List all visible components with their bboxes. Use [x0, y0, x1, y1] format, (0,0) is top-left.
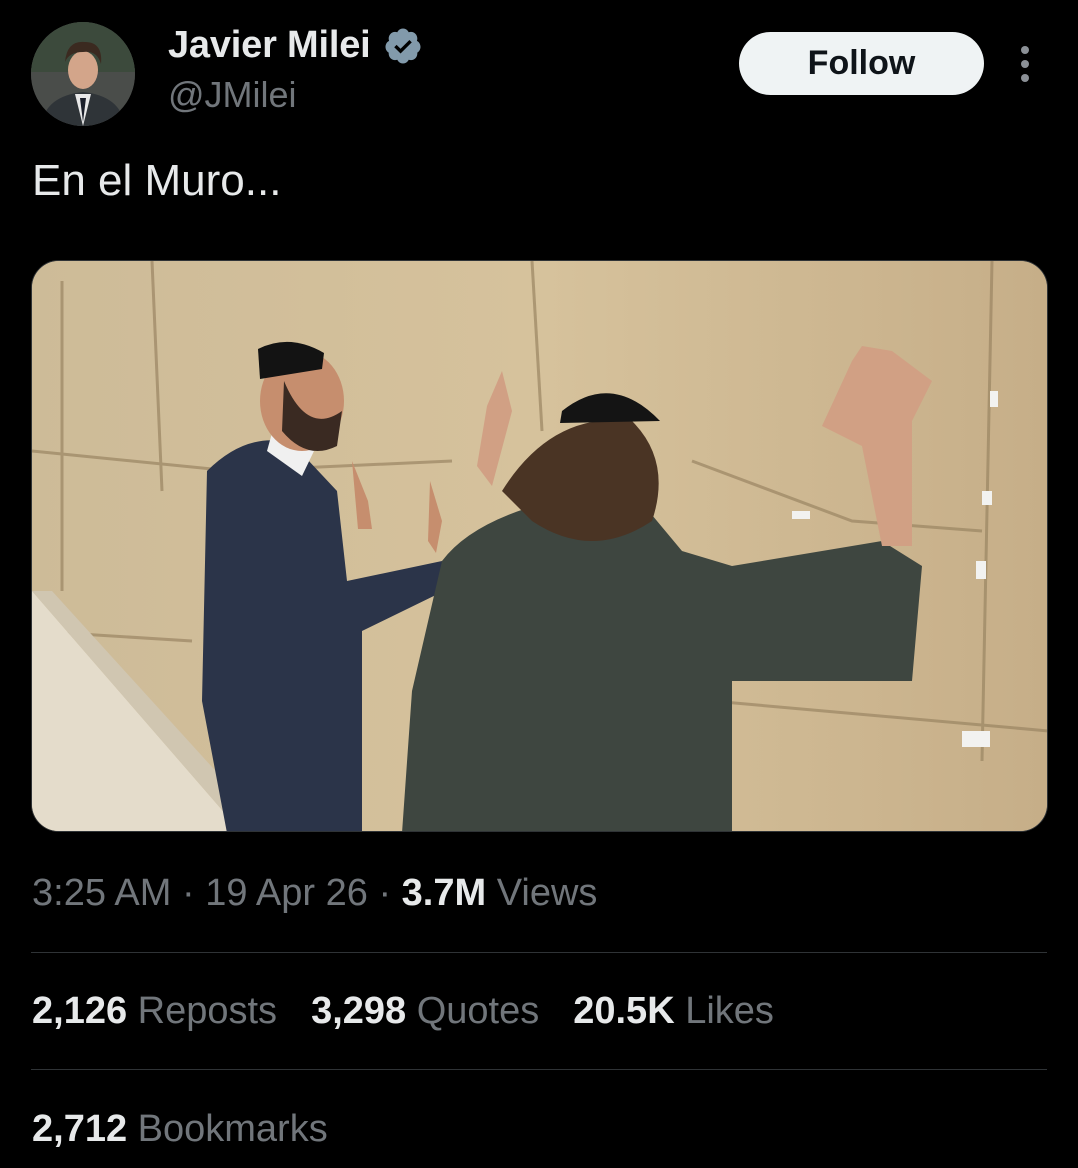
reposts-stat[interactable]: 2,126 Reposts — [32, 990, 277, 1033]
verified-badge-icon — [384, 28, 420, 63]
tweet-date[interactable]: 19 Apr 26 — [205, 872, 368, 914]
quotes-label: Quotes — [406, 990, 540, 1032]
meta-separator: · — [367, 872, 402, 914]
tweet-time[interactable]: 3:25 AM — [32, 872, 171, 914]
photo-western-wall — [32, 261, 1047, 831]
likes-label: Likes — [674, 990, 774, 1032]
avatar-image — [31, 22, 135, 126]
divider — [31, 952, 1047, 953]
views-count: 3.7M — [401, 872, 487, 914]
display-name-row: Javier Milei — [168, 24, 423, 67]
reposts-label: Reposts — [127, 990, 278, 1032]
more-dot — [1021, 74, 1029, 82]
avatar[interactable] — [31, 22, 135, 126]
quotes-count: 3,298 — [311, 990, 407, 1032]
tweet-photo[interactable] — [31, 260, 1048, 832]
divider — [31, 1069, 1047, 1070]
likes-count: 20.5K — [573, 990, 675, 1032]
bookmarks-label: Bookmarks — [127, 1108, 328, 1150]
meta-separator: · — [171, 872, 206, 914]
tweet-meta: 3:25 AM · 19 Apr 26 · 3.7M Views — [32, 872, 597, 915]
bookmarks-stat[interactable]: 2,712 Bookmarks — [32, 1108, 328, 1151]
display-name[interactable]: Javier Milei — [168, 24, 371, 67]
more-dot — [1021, 46, 1029, 54]
quotes-stat[interactable]: 3,298 Quotes — [311, 990, 539, 1033]
more-vertical-icon[interactable] — [1009, 42, 1041, 86]
tweet-text: En el Muro... — [32, 156, 282, 205]
bookmarks-count: 2,712 — [32, 1108, 128, 1150]
more-dot — [1021, 60, 1029, 68]
reposts-count: 2,126 — [32, 990, 128, 1032]
views-label: Views — [486, 872, 598, 914]
follow-button[interactable]: Follow — [739, 32, 984, 95]
handle[interactable]: @JMilei — [168, 74, 297, 116]
engagement-stats: 2,126 Reposts 3,298 Quotes 20.5K Likes — [32, 990, 774, 1033]
likes-stat[interactable]: 20.5K Likes — [573, 990, 774, 1033]
